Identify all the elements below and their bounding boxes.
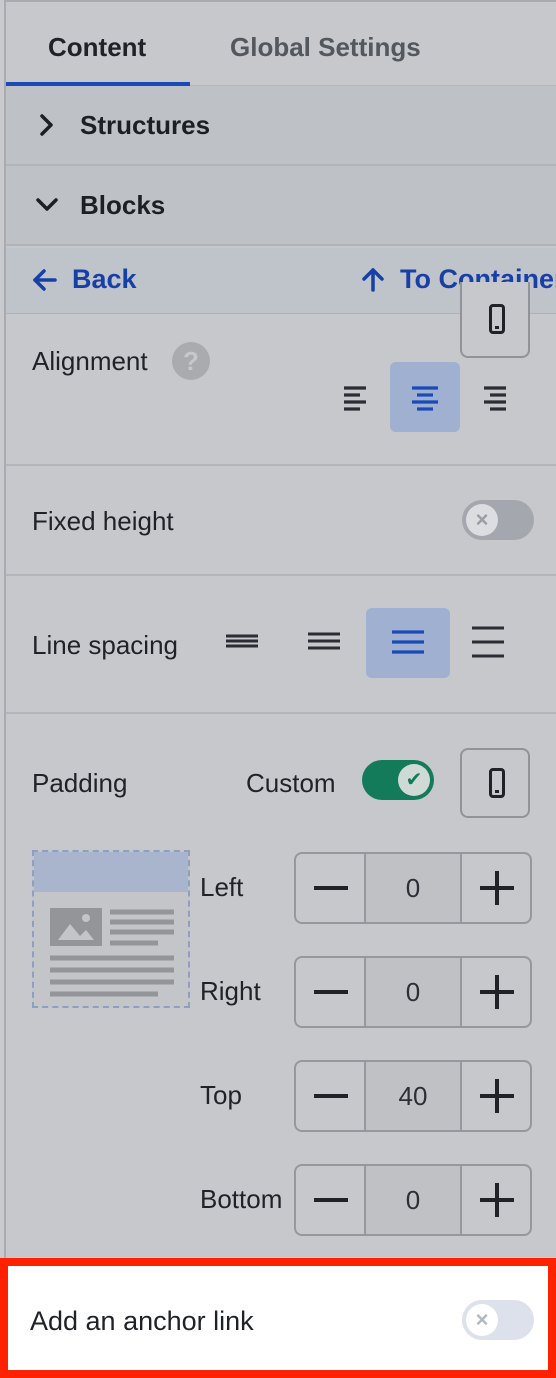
arrow-up-icon [362, 267, 384, 292]
arrow-left-icon [33, 268, 57, 291]
toggle-off-x-icon: × [466, 504, 498, 536]
padding-right-stepper: 0 [294, 956, 532, 1028]
chevron-right-icon [40, 114, 53, 136]
tab-global-settings[interactable]: Global Settings [230, 32, 421, 63]
toggle-off-x-icon: × [466, 1304, 498, 1336]
line-spacing-compact-icon [226, 634, 258, 648]
padding-top-decrement-button[interactable] [296, 1062, 366, 1130]
padding-top-value[interactable]: 40 [366, 1062, 460, 1130]
align-left-button[interactable] [320, 362, 390, 432]
section-structures-label: Structures [80, 110, 211, 140]
padding-mobile-toggle[interactable] [460, 748, 530, 818]
mobile-icon [489, 304, 505, 334]
align-center-button[interactable] [390, 362, 460, 432]
fixed-height-toggle[interactable]: × [462, 500, 534, 540]
padding-right-value[interactable]: 0 [366, 958, 460, 1026]
padding-preview-highlight [34, 852, 188, 892]
padding-bottom-decrement-button[interactable] [296, 1166, 366, 1234]
line-spacing-relaxed-icon [392, 630, 424, 654]
back-link-label: Back [72, 264, 137, 294]
tab-content[interactable]: Content [48, 32, 146, 63]
mobile-icon [489, 768, 505, 798]
padding-right-decrement-button[interactable] [296, 958, 366, 1026]
section-structures[interactable]: Structures [6, 86, 556, 166]
padding-left-decrement-button[interactable] [296, 854, 366, 922]
line-spacing-wide-button[interactable] [452, 608, 534, 678]
help-icon[interactable]: ? [172, 342, 210, 380]
padding-right-label: Right [200, 976, 261, 1006]
anchor-link-toggle[interactable]: × [462, 1300, 534, 1340]
chevron-down-icon [36, 198, 58, 211]
padding-custom-toggle[interactable]: ✔ [362, 760, 434, 800]
alignment-mobile-toggle[interactable] [460, 282, 530, 358]
fixed-height-label: Fixed height [32, 506, 174, 536]
alignment-label: Alignment [32, 346, 148, 376]
padding-left-label: Left [200, 872, 244, 902]
padding-bottom-label: Bottom [200, 1184, 283, 1214]
align-center-icon [412, 386, 438, 411]
back-link[interactable]: Back [32, 264, 137, 295]
padding-preview [32, 850, 190, 1008]
line-spacing-label: Line spacing [32, 630, 178, 660]
align-right-button[interactable] [460, 362, 530, 432]
check-icon: ✔ [398, 764, 430, 796]
padding-bottom-increment-button[interactable] [460, 1166, 530, 1234]
padding-top-stepper: 40 [294, 1060, 532, 1132]
padding-left-increment-button[interactable] [460, 854, 530, 922]
section-blocks-label: Blocks [80, 190, 166, 220]
line-spacing-compact-button[interactable] [206, 608, 288, 678]
anchor-link-row: Add an anchor link × [0, 1258, 556, 1378]
padding-label: Padding [32, 768, 128, 798]
padding-custom-label: Custom [246, 768, 336, 798]
padding-bottom-stepper: 0 [294, 1164, 532, 1236]
padding-top-label: Top [200, 1080, 242, 1110]
anchor-link-label: Add an anchor link [30, 1306, 254, 1336]
padding-top-increment-button[interactable] [460, 1062, 530, 1130]
line-spacing-normal-icon [308, 632, 340, 650]
padding-left-stepper: 0 [294, 852, 532, 924]
align-left-icon [344, 386, 366, 411]
line-spacing-row: Line spacing [6, 576, 556, 714]
padding-left-value[interactable]: 0 [366, 854, 460, 922]
section-blocks[interactable]: Blocks [6, 166, 556, 246]
line-spacing-wide-icon [472, 626, 504, 658]
image-text-icon [50, 908, 174, 997]
settings-panel: Content Global Settings Structures Block… [4, 0, 556, 1378]
tab-bar: Content Global Settings [6, 2, 556, 86]
fixed-height-row: Fixed height × [6, 466, 556, 576]
line-spacing-normal-button[interactable] [288, 608, 370, 678]
align-right-icon [484, 386, 506, 411]
line-spacing-relaxed-button[interactable] [366, 608, 450, 678]
padding-right-increment-button[interactable] [460, 958, 530, 1026]
padding-bottom-value[interactable]: 0 [366, 1166, 460, 1234]
